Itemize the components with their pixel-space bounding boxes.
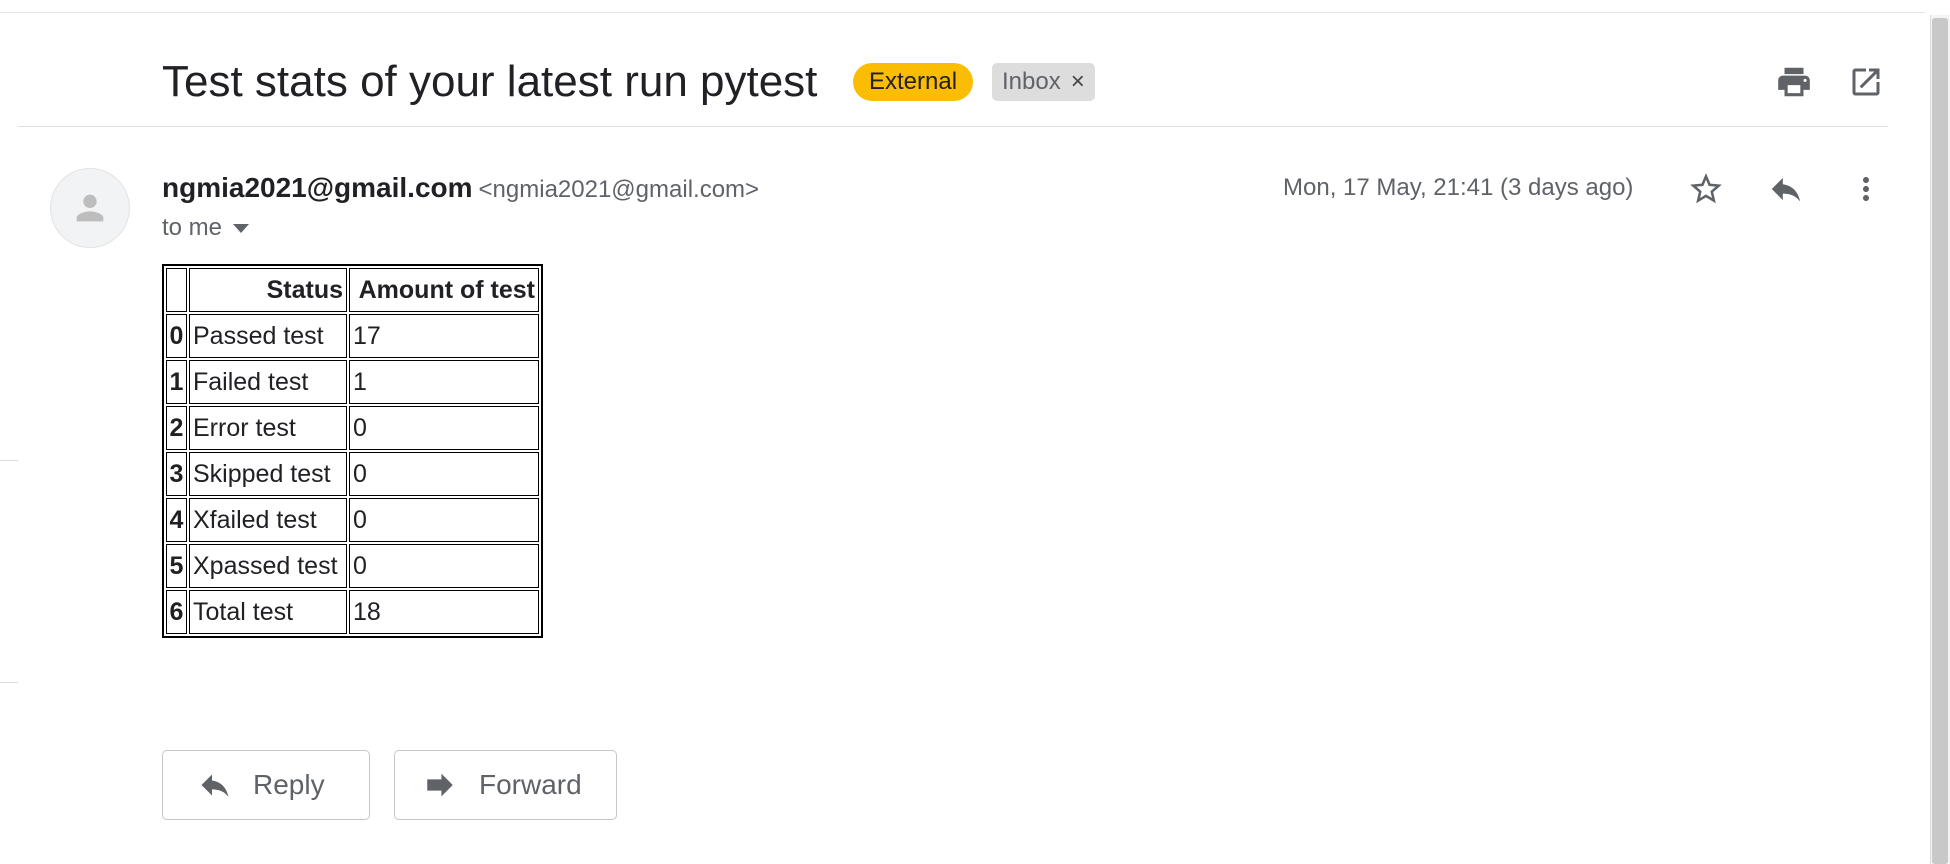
status-cell: Skipped test [189,452,347,496]
row-index: 3 [166,452,187,496]
amount-cell: 0 [349,498,539,542]
status-cell: Xpassed test [189,544,347,588]
recipient-text: to me [162,214,223,241]
reply-button[interactable]: Reply [162,750,370,820]
row-index: 4 [166,498,187,542]
forward-button-label: Forward [479,769,582,800]
table-header-row: Status Amount of test [166,268,539,312]
external-label-text: External [869,68,958,95]
star-button[interactable] [1682,165,1730,213]
row-index: 2 [166,406,187,450]
inbox-label-text: Inbox [1002,68,1061,95]
amount-cell: 18 [349,590,539,634]
sender-line: ngmia2021@gmail.com <ngmia2021@gmail.com> [162,172,759,204]
left-panel-edge [0,460,18,461]
inbox-label[interactable]: Inbox × [992,63,1095,101]
email-date: Mon, 17 May, 21:41 (3 days ago) [1283,174,1634,201]
status-cell: Error test [189,406,347,450]
star-icon [1690,173,1722,204]
sender-name[interactable]: ngmia2021@gmail.com [162,172,473,203]
status-cell: Xfailed test [189,498,347,542]
amount-cell: 17 [349,314,539,358]
status-cell: Total test [189,590,347,634]
default-avatar-icon [76,194,104,222]
table-row: 5 Xpassed test 0 [166,544,539,588]
header-divider [18,126,1888,127]
table-row: 6 Total test 18 [166,590,539,634]
amount-cell: 0 [349,452,539,496]
table-row: 1 Failed test 1 [166,360,539,404]
row-index: 6 [166,590,187,634]
print-icon [1778,67,1810,97]
test-stats-table: Status Amount of test 0 Passed test 17 1… [162,264,543,638]
remove-label-icon[interactable]: × [1071,68,1085,96]
amount-cell: 0 [349,406,539,450]
email-subject: Test stats of your latest run pytest [162,57,818,106]
recipient-details-toggle[interactable]: to me [162,214,250,242]
table-row: 0 Passed test 17 [166,314,539,358]
status-cell: Passed test [189,314,347,358]
index-column-header [166,268,187,312]
sender-avatar[interactable] [50,168,130,248]
more-options-button[interactable] [1842,165,1890,213]
left-panel-edge [0,682,18,683]
amount-column-header: Amount of test [349,268,539,312]
reply-button-label: Reply [253,769,325,800]
more-vertical-icon [1863,177,1869,201]
sender-email: <ngmia2021@gmail.com> [478,176,760,203]
amount-cell: 0 [349,544,539,588]
print-button[interactable] [1770,58,1818,106]
amount-cell: 1 [349,360,539,404]
row-index: 5 [166,544,187,588]
row-index: 0 [166,314,187,358]
caret-down-icon [233,224,250,233]
open-in-new-window-icon [1852,68,1880,96]
reply-icon [1771,177,1801,202]
table-row: 4 Xfailed test 0 [166,498,539,542]
open-in-new-window-button[interactable] [1842,58,1890,106]
forward-button[interactable]: Forward [394,750,617,820]
table-row: 3 Skipped test 0 [166,452,539,496]
status-cell: Failed test [189,360,347,404]
reply-header-button[interactable] [1762,165,1810,213]
reply-icon [201,774,229,797]
status-column-header: Status [189,268,347,312]
top-border [0,12,1925,13]
external-label: External [853,63,974,101]
table-row: 2 Error test 0 [166,406,539,450]
scrollbar-thumb[interactable] [1932,18,1948,864]
forward-icon [427,773,453,797]
row-index: 1 [166,360,187,404]
